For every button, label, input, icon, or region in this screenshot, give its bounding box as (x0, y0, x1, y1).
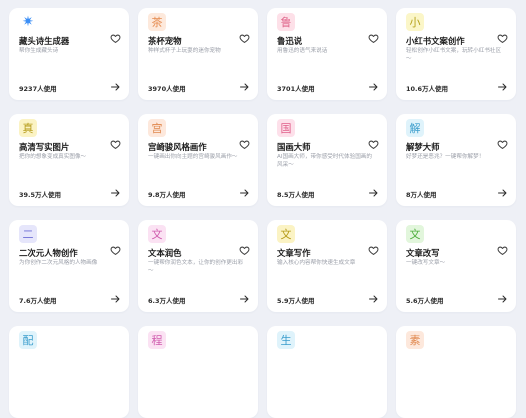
tool-description: 输入核心内容帮你快速生成文章 (277, 260, 356, 266)
arrow-right-icon[interactable] (240, 83, 249, 91)
tool-description: 好梦还是恶兆？一键帮你解梦！ (406, 154, 485, 160)
lu-char-icon: 鲁 (277, 13, 295, 31)
tool-card[interactable]: ✷ 藏头诗生成器帮你生成藏头诗 9237人使用 (9, 8, 129, 100)
tool-card[interactable]: 宫宫崎骏风格画作一键画出你向主题的宫崎骏风画作～ 9.8万人使用 (138, 114, 258, 206)
heart-icon[interactable] (497, 33, 508, 44)
heart-icon[interactable] (239, 33, 250, 44)
su-char-icon: 素 (406, 331, 424, 349)
tool-description: 一键改写文章～ (406, 260, 446, 266)
tool-card[interactable]: 解解梦大师好梦还是恶兆？一键帮你解梦！ 8万人使用 (396, 114, 516, 206)
arrow-right-icon[interactable] (111, 295, 120, 303)
tool-description: 一键画出你向主题的宫崎骏风画作～ (148, 154, 238, 160)
usage-count: 9237人使用 (19, 85, 57, 93)
tool-title: 鲁迅说 (277, 36, 303, 46)
tool-title: 宫崎骏风格画作 (148, 142, 207, 152)
usage-count: 10.6万人使用 (406, 85, 449, 93)
arrow-right-icon[interactable] (240, 295, 249, 303)
wen-char-icon: 文 (406, 225, 424, 243)
arrow-right-icon[interactable] (369, 295, 378, 303)
jie-char-icon: 解 (406, 119, 424, 137)
usage-count: 3701人使用 (277, 85, 315, 93)
arrow-right-icon[interactable] (498, 189, 507, 197)
tool-card[interactable]: 文文本润色一键帮你润色文本，让你的创作更出彩～ 6.3万人使用 (138, 220, 258, 312)
xiao-char-icon: 小 (406, 13, 424, 31)
usage-count: 8.5万人使用 (277, 191, 315, 199)
tool-card[interactable]: 小小红书文案创作轻松创作小红书文案，玩转小红书社区～ 10.6万人使用 (396, 8, 516, 100)
arrow-right-icon[interactable] (111, 189, 120, 197)
cheng-char-icon: 程 (148, 331, 166, 349)
tool-description: 把你的想象变成真实图像～ (19, 154, 87, 160)
tool-title: 文章改写 (406, 248, 440, 258)
arrow-right-icon[interactable] (111, 83, 120, 91)
tool-card[interactable]: 文文章改写一键改写文章～ 5.6万人使用 (396, 220, 516, 312)
usage-count: 5.9万人使用 (277, 297, 315, 305)
heart-icon[interactable] (110, 33, 121, 44)
tool-card[interactable]: 配 (9, 326, 129, 418)
tool-card[interactable]: 文文章写作输入核心内容帮你快速生成文章 5.9万人使用 (267, 220, 387, 312)
tool-title: 藏头诗生成器 (19, 36, 70, 46)
tool-description: 轻松创作小红书文案，玩转小红书社区～ (406, 48, 502, 62)
tool-card[interactable]: 真高清写实图片把你的想象变成真实图像～ 39.5万人使用 (9, 114, 129, 206)
heart-icon[interactable] (497, 245, 508, 256)
gong-char-icon: 宫 (148, 119, 166, 137)
arrow-right-icon[interactable] (369, 189, 378, 197)
tool-title: 小红书文案创作 (406, 36, 465, 46)
tool-description: 为你创作二次元风格的人物画像 (19, 260, 98, 266)
heart-icon[interactable] (368, 33, 379, 44)
tool-card[interactable]: 素 (396, 326, 516, 418)
tool-title: 文本润色 (148, 248, 182, 258)
arrow-right-icon[interactable] (240, 189, 249, 197)
arrow-right-icon[interactable] (369, 83, 378, 91)
tool-card[interactable]: 二二次元人物创作为你创作二次元风格的人物画像 7.6万人使用 (9, 220, 129, 312)
wen-char-icon: 文 (148, 225, 166, 243)
usage-count: 39.5万人使用 (19, 191, 62, 199)
tool-title: 二次元人物创作 (19, 248, 78, 258)
tool-title: 解梦大师 (406, 142, 440, 152)
tool-description: 种样式杯子上玩耍的迷你宠物 (148, 48, 221, 54)
tool-card[interactable]: 程 (138, 326, 258, 418)
tool-card[interactable]: 国国画大师 AI国画大师，带你感受时代体验国画的风采～ 8.5万人使用 (267, 114, 387, 206)
arrow-right-icon[interactable] (498, 83, 507, 91)
tool-title: 文章写作 (277, 248, 311, 258)
usage-count: 5.6万人使用 (406, 297, 444, 305)
heart-icon[interactable] (239, 245, 250, 256)
heart-icon[interactable] (368, 139, 379, 150)
heart-icon[interactable] (368, 245, 379, 256)
tool-description: 一键帮你润色文本，让你的创作更出彩～ (148, 260, 244, 274)
tool-title: 高清写实图片 (19, 142, 70, 152)
tool-description: AI国画大师，带你感受时代体验国画的风采～ (277, 154, 372, 168)
sheng-char-icon: 生 (277, 331, 295, 349)
arrow-right-icon[interactable] (498, 295, 507, 303)
heart-icon[interactable] (110, 139, 121, 150)
tea-char-icon: 茶 (148, 13, 166, 31)
usage-count: 8万人使用 (406, 191, 437, 199)
usage-count: 6.3万人使用 (148, 297, 186, 305)
guo-char-icon: 国 (277, 119, 295, 137)
tool-card[interactable]: 鲁鲁迅说用鲁迅的语气来说话 3701人使用 (267, 8, 387, 100)
usage-count: 7.6万人使用 (19, 297, 57, 305)
zhen-char-icon: 真 (19, 119, 37, 137)
sparkle-icon: ✷ (19, 13, 37, 31)
tool-title: 国画大师 (277, 142, 311, 152)
pei-char-icon: 配 (19, 331, 37, 349)
tool-card[interactable]: 茶茶杯宠物种样式杯子上玩耍的迷你宠物 3970人使用 (138, 8, 258, 100)
wen-char-icon: 文 (277, 225, 295, 243)
heart-icon[interactable] (110, 245, 121, 256)
tool-description: 帮你生成藏头诗 (19, 48, 59, 54)
usage-count: 9.8万人使用 (148, 191, 186, 199)
heart-icon[interactable] (239, 139, 250, 150)
tool-card-grid: ✷ 藏头诗生成器帮你生成藏头诗 9237人使用 茶茶杯宠物种样式杯子上玩耍的迷你宠物 3… (9, 8, 516, 418)
usage-count: 3970人使用 (148, 85, 186, 93)
heart-icon[interactable] (497, 139, 508, 150)
tool-card[interactable]: 生 (267, 326, 387, 418)
er-char-icon: 二 (19, 225, 37, 243)
tool-description: 用鲁迅的语气来说话 (277, 48, 328, 54)
tool-title: 茶杯宠物 (148, 36, 182, 46)
